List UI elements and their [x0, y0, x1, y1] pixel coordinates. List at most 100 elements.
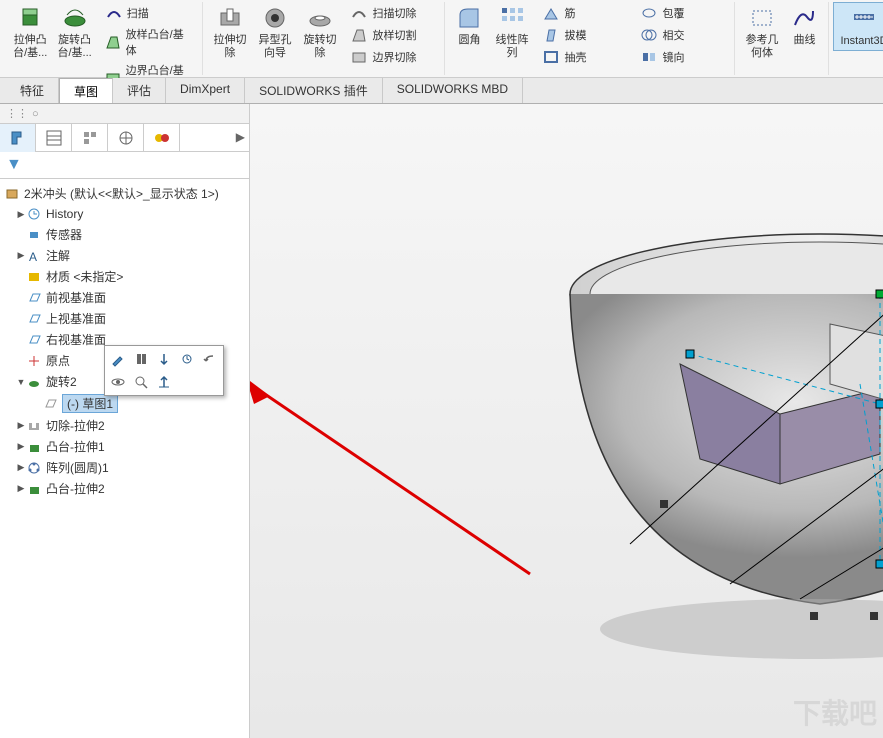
tab-evaluate[interactable]: 评估: [113, 78, 166, 103]
extrude-boss-button[interactable]: 拉伸凸 台/基...: [8, 2, 52, 62]
tree-cut-extrude2[interactable]: ▶切除-拉伸2: [0, 415, 249, 436]
extrude-boss-icon: [16, 4, 44, 32]
instant3d-icon: [850, 5, 878, 33]
origin-icon: [26, 353, 44, 369]
rib-icon: [542, 4, 560, 22]
tab-sw-mbd[interactable]: SOLIDWORKS MBD: [383, 78, 523, 103]
tab-feature[interactable]: 特征: [0, 78, 59, 103]
extrude-cut-button[interactable]: 拉伸切 除: [207, 2, 252, 62]
shell-icon: [542, 48, 560, 66]
hole-wizard-icon: [261, 4, 289, 32]
model-render: [250, 104, 883, 738]
property-tab[interactable]: [36, 124, 72, 152]
model-viewport[interactable]: 下载吧: [250, 104, 883, 738]
tree-sensors[interactable]: 传感器: [0, 224, 249, 245]
tree-history[interactable]: ▶History: [0, 204, 249, 224]
sweep-button[interactable]: 扫描: [101, 2, 195, 24]
boundary-cut-button[interactable]: 边界切除: [346, 46, 436, 68]
command-tabs: 特征 草图 评估 DimXpert SOLIDWORKS 插件 SOLIDWOR…: [0, 78, 883, 104]
tab-sw-addins[interactable]: SOLIDWORKS 插件: [245, 78, 383, 103]
rib-button[interactable]: 筋: [538, 2, 628, 24]
loft-button[interactable]: 放样凸台/基体: [101, 24, 195, 60]
caret-icon: ▶: [16, 420, 26, 431]
loft-cut-button[interactable]: 放样切割: [346, 24, 436, 46]
plane-icon: [26, 290, 44, 306]
feature-tree-panel: ⋮⋮ ○ ▶ ▼ 2米冲头 (默认<<默认>_显示状态 1>) ▶History…: [0, 104, 250, 738]
filter-icon[interactable]: ▼: [6, 156, 22, 173]
sweep-cut-button[interactable]: 扫描切除: [346, 2, 436, 24]
plane-icon: [26, 311, 44, 327]
revolve-icon: [26, 374, 44, 390]
history-icon: [26, 206, 44, 222]
config-tab[interactable]: [72, 124, 108, 152]
ref-geom-icon: [748, 4, 776, 32]
undo-button[interactable]: [200, 349, 220, 369]
revolve-cut-button[interactable]: 旋转切 除: [297, 2, 342, 62]
revolve-cut-icon: [306, 4, 334, 32]
cut-extrude-icon: [26, 418, 44, 434]
tree-circ-pattern1[interactable]: ▶阵列(圆周)1: [0, 457, 249, 478]
tree-boss-extrude1[interactable]: ▶凸台-拉伸1: [0, 436, 249, 457]
feature-tree: 2米冲头 (默认<<默认>_显示状态 1>) ▶History 传感器 ▶A注解…: [0, 179, 249, 738]
caret-icon: ▶: [16, 483, 26, 494]
plane-icon: [26, 332, 44, 348]
collapse-arrow-icon[interactable]: ▶: [236, 130, 245, 144]
zoom-button[interactable]: [131, 372, 151, 392]
ref-geom-button[interactable]: 参考几 何体: [739, 2, 784, 62]
revolve-boss-icon: [61, 4, 89, 32]
edit-feature-button[interactable]: [131, 349, 151, 369]
tree-annotations[interactable]: ▶A注解: [0, 245, 249, 266]
instant3d-group: Instant3D: [829, 2, 883, 75]
mirror-button[interactable]: 镜向: [636, 46, 726, 68]
ribbon-toolbar: 拉伸凸 台/基... 旋转凸 台/基... 扫描 放样凸台/基体 边界凸台/基体…: [0, 0, 883, 78]
edit-sketch-button[interactable]: [108, 349, 128, 369]
modify-group: 圆角 线性阵 列 筋 拔模 抽壳 包覆 相交 镜向: [445, 2, 735, 75]
cut-group: 拉伸切 除 异型孔 向导 旋转切 除 扫描切除 放样切割 边界切除: [203, 2, 445, 75]
sidebar-grip-icon: ⋮⋮: [6, 107, 28, 120]
watermark-text: 下载吧: [793, 692, 877, 732]
sidebar-circle-icon: ○: [32, 108, 39, 120]
boundary-cut-icon: [350, 48, 368, 66]
hole-wizard-button[interactable]: 异型孔 向导: [252, 2, 297, 62]
caret-icon: ▶: [16, 209, 26, 220]
tree-front-plane[interactable]: 前视基准面: [0, 287, 249, 308]
intersect-icon: [640, 26, 658, 44]
tab-dimxpert[interactable]: DimXpert: [166, 78, 245, 103]
linear-pattern-button[interactable]: 线性阵 列: [489, 2, 534, 62]
normal-to-button[interactable]: [154, 372, 174, 392]
intersect-button[interactable]: 相交: [636, 24, 726, 46]
instant3d-button[interactable]: Instant3D: [833, 2, 883, 51]
cut-stack: 扫描切除 放样切割 边界切除: [342, 2, 440, 68]
zoom-fit-button[interactable]: [108, 372, 128, 392]
rib-draft-shell-stack: 筋 拔模 抽壳: [534, 2, 632, 68]
rollback-button[interactable]: [177, 349, 197, 369]
tree-root[interactable]: 2米冲头 (默认<<默认>_显示状态 1>): [0, 183, 249, 204]
tree-top-plane[interactable]: 上视基准面: [0, 308, 249, 329]
tree-material[interactable]: 材质 <未指定>: [0, 266, 249, 287]
caret-icon: ▶: [16, 462, 26, 473]
sketch-icon: [42, 396, 60, 412]
curves-button[interactable]: 曲线: [784, 2, 824, 49]
caret-icon: ▶: [16, 250, 26, 261]
wrap-intersect-mirror-stack: 包覆 相交 镜向: [632, 2, 730, 68]
features-group: 拉伸凸 台/基... 旋转凸 台/基... 扫描 放样凸台/基体 边界凸台/基体: [4, 2, 203, 75]
revolve-boss-button[interactable]: 旋转凸 台/基...: [52, 2, 96, 62]
display-tab[interactable]: [144, 124, 180, 152]
loft-icon: [105, 33, 122, 51]
shell-button[interactable]: 抽壳: [538, 46, 628, 68]
tree-boss-extrude2[interactable]: ▶凸台-拉伸2: [0, 478, 249, 499]
draft-button[interactable]: 拔模: [538, 24, 628, 46]
boss-extrude-icon: [26, 481, 44, 497]
suppress-button[interactable]: [154, 349, 174, 369]
dimxpert-tab[interactable]: [108, 124, 144, 152]
curves-icon: [790, 4, 818, 32]
tab-sketch[interactable]: 草图: [59, 78, 113, 103]
material-icon: [26, 269, 44, 285]
fillet-button[interactable]: 圆角: [449, 2, 489, 49]
wrap-button[interactable]: 包覆: [636, 2, 726, 24]
caret-icon: ▶: [16, 441, 26, 452]
feature-tree-tab[interactable]: [0, 124, 36, 152]
content-area: ⋮⋮ ○ ▶ ▼ 2米冲头 (默认<<默认>_显示状态 1>) ▶History…: [0, 104, 883, 738]
sweep-cut-icon: [350, 4, 368, 22]
draft-icon: [542, 26, 560, 44]
